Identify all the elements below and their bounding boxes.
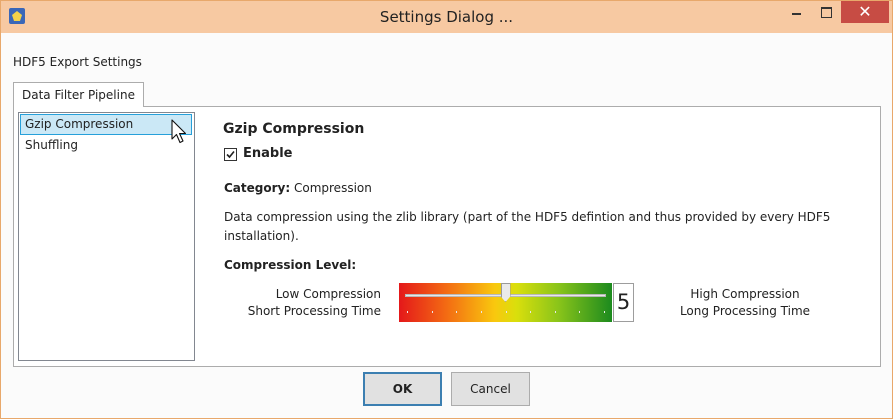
low-compression-line1: Low Compression <box>275 287 381 301</box>
close-icon: ✕ <box>858 2 872 21</box>
title-bar[interactable]: Settings Dialog ... ✕ <box>1 1 892 33</box>
list-item-gzip-compression[interactable]: Gzip Compression <box>20 114 192 135</box>
filter-heading: Gzip Compression <box>223 121 365 137</box>
slider-tick <box>505 311 507 313</box>
section-label: HDF5 Export Settings <box>13 55 142 69</box>
slider-tick <box>407 311 408 313</box>
window-title: Settings Dialog ... <box>379 8 514 26</box>
category-label: Category: <box>224 181 291 195</box>
close-button[interactable]: ✕ <box>841 1 889 23</box>
slider-tick <box>431 311 433 313</box>
maximize-button[interactable] <box>811 1 841 23</box>
slider-tick <box>604 311 605 313</box>
enable-label: Enable <box>243 146 293 161</box>
filter-description: Data compression using the zlib library … <box>224 210 831 243</box>
category-line: Category: Compression <box>224 181 372 195</box>
high-compression-line1: High Compression <box>690 287 800 301</box>
dialog-content: HDF5 Export Settings Data Filter Pipelin… <box>9 33 883 409</box>
compression-level-value: 5 <box>613 283 634 322</box>
slider-tick <box>579 311 581 313</box>
minimize-button[interactable] <box>781 1 811 23</box>
checkmark-icon <box>226 150 235 159</box>
list-item-shuffling[interactable]: Shuffling <box>21 135 78 155</box>
slider-thumb[interactable] <box>500 283 511 302</box>
compression-level-label: Compression Level: <box>224 258 357 272</box>
maximize-icon <box>820 7 832 18</box>
high-compression-line2: Long Processing Time <box>679 304 811 318</box>
category-value: Compression <box>293 181 372 195</box>
low-compression-text: Low Compression Short Processing Time <box>229 286 381 320</box>
mouse-pointer-icon <box>171 119 187 144</box>
settings-dialog-window: Settings Dialog ... ✕ HDF5 Export Settin… <box>0 0 893 419</box>
slider-tick <box>480 311 482 313</box>
slider-tick <box>554 311 556 313</box>
slider-tick <box>530 311 532 313</box>
ok-button[interactable]: OK <box>363 372 442 406</box>
filter-settings-panel: Gzip Compression Enable Category: Compre… <box>209 107 880 366</box>
high-compression-text: High Compression Long Processing Time <box>665 286 825 320</box>
tab-data-filter-pipeline[interactable]: Data Filter Pipeline <box>13 82 144 107</box>
low-compression-line2: Short Processing Time <box>247 304 381 318</box>
cancel-button[interactable]: Cancel <box>451 372 530 406</box>
filter-list[interactable]: Gzip Compression Shuffling <box>18 112 195 361</box>
slider-tick <box>456 311 458 313</box>
tab-panel: Gzip Compression Shuffling Gzip Compress… <box>13 106 881 367</box>
enable-checkbox[interactable] <box>224 148 237 161</box>
compression-level-slider[interactable] <box>399 283 612 322</box>
minimize-icon <box>791 13 801 15</box>
